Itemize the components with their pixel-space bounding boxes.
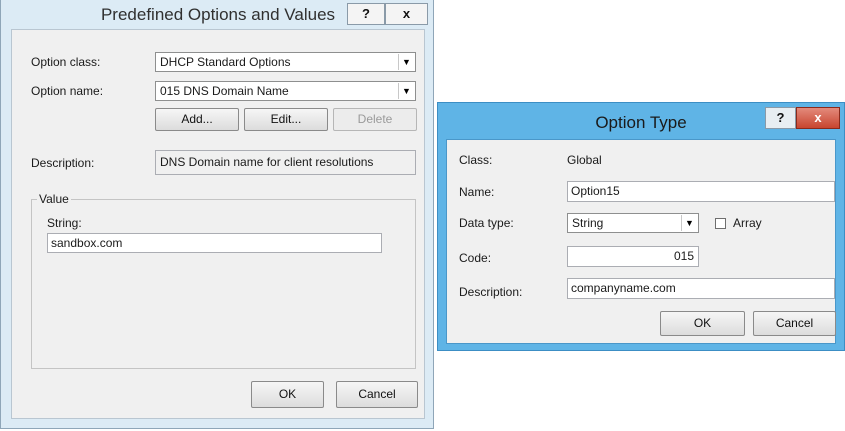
data-type-value: String (572, 216, 604, 230)
option-class-dropdown[interactable]: DHCP Standard Options ▼ (155, 52, 416, 72)
data-type-dropdown[interactable]: String ▼ (567, 213, 699, 233)
value-group-label: Value (37, 192, 71, 206)
data-type-label: Data type: (459, 216, 514, 230)
string-input[interactable]: sandbox.com (47, 233, 382, 253)
class-value: Global (567, 153, 602, 167)
add-button[interactable]: Add... (155, 108, 239, 131)
option-name-label: Option name: (31, 84, 104, 98)
description-input[interactable]: companyname.com (567, 278, 835, 299)
description-label: Description: (31, 156, 95, 170)
value-groupbox (31, 199, 416, 369)
ok-button[interactable]: OK (251, 381, 324, 408)
name-input[interactable]: Option15 (567, 181, 835, 202)
option-class-value: DHCP Standard Options (160, 55, 291, 69)
option-name-dropdown[interactable]: 015 DNS Domain Name ▼ (155, 81, 416, 101)
close-button[interactable]: x (796, 107, 840, 129)
chevron-down-icon[interactable]: ▼ (398, 54, 414, 70)
option-class-label: Option class: (31, 55, 101, 69)
description-label: Description: (459, 285, 523, 299)
array-label: Array (733, 216, 762, 230)
code-input[interactable]: 015 (567, 246, 699, 267)
option-name-value: 015 DNS Domain Name (160, 84, 289, 98)
name-label: Name: (459, 185, 495, 199)
option-type-dialog: Option Type ? x Class: Global Name: Opti… (437, 102, 845, 351)
chevron-down-icon[interactable]: ▼ (398, 83, 414, 99)
help-button[interactable]: ? (347, 3, 385, 25)
code-label: Code: (459, 251, 492, 265)
close-button[interactable]: x (385, 3, 428, 25)
description-field: DNS Domain name for client resolutions (155, 150, 416, 175)
class-label: Class: (459, 153, 493, 167)
ok-button[interactable]: OK (660, 311, 745, 336)
string-label: String: (47, 216, 82, 230)
array-checkbox[interactable] (715, 218, 726, 229)
help-button[interactable]: ? (765, 107, 796, 129)
predefined-options-dialog: Predefined Options and Values ? x Option… (0, 0, 434, 429)
cancel-button[interactable]: Cancel (753, 311, 836, 336)
delete-button[interactable]: Delete (333, 108, 417, 131)
edit-button[interactable]: Edit... (244, 108, 328, 131)
cancel-button[interactable]: Cancel (336, 381, 418, 408)
chevron-down-icon[interactable]: ▼ (681, 215, 697, 231)
